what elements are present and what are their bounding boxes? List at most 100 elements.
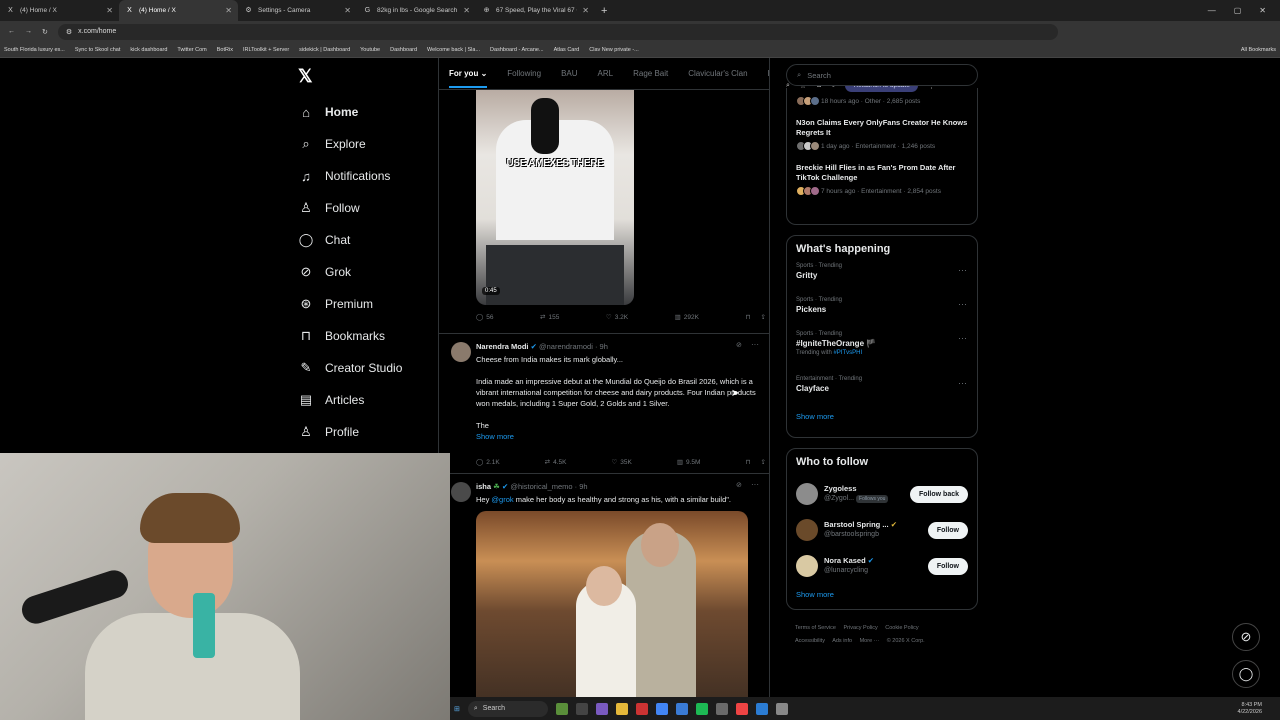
system-clock[interactable]: 8:43 PM 4/22/2026 — [1238, 702, 1280, 716]
footer-link[interactable]: More ··· — [860, 638, 880, 644]
tab-more[interactable]: E — [768, 69, 769, 78]
nav-item-notifications[interactable]: ♫ Notifications — [298, 160, 402, 192]
close-icon[interactable]: ✕ — [463, 6, 470, 15]
nav-item-bookmarks[interactable]: ⊓ Bookmarks — [298, 320, 402, 352]
tab-rage-bait[interactable]: Rage Bait — [633, 69, 668, 78]
close-icon[interactable]: ✕ — [106, 6, 113, 15]
app-icon[interactable] — [555, 702, 568, 715]
bookmark-icon[interactable]: ⊓ — [745, 313, 750, 321]
close-icon[interactable]: ✕ — [582, 6, 589, 15]
minimize-icon[interactable]: — — [1208, 6, 1216, 15]
windows-start-icon[interactable]: ⊞ — [454, 705, 460, 713]
news-item[interactable]: 18 hours ago · Other · 2,685 posts — [796, 96, 968, 106]
bookmark[interactable]: Sync to Skool chat — [75, 47, 121, 53]
bookmark[interactable]: sidekick | Dashboard — [299, 47, 350, 53]
close-icon[interactable]: ✕ — [225, 6, 232, 15]
site-info-icon[interactable]: ⚙ — [66, 28, 72, 36]
trend-item[interactable]: Sports · Trending Gritty ··· — [787, 263, 977, 297]
app-icon[interactable] — [635, 702, 648, 715]
tweet[interactable]: isha ☘ ✔ @historical_memo · 9h ⊘ ··· Hey… — [439, 473, 769, 698]
app-icon[interactable] — [735, 702, 748, 715]
video-player[interactable]: USE AMEXES THERE 0:45 — [476, 90, 634, 305]
more-icon[interactable]: ··· — [958, 299, 967, 309]
footer-link[interactable]: Cookie Policy — [885, 625, 918, 631]
tab-arl[interactable]: ARL — [598, 69, 614, 78]
follow-button[interactable]: Follow — [927, 557, 968, 575]
app-icon[interactable] — [755, 702, 768, 715]
x-logo-icon[interactable]: 𝕏 — [298, 66, 313, 87]
browser-tab[interactable]: X (4) Home / X ✕ — [0, 0, 119, 21]
app-icon[interactable] — [595, 702, 608, 715]
bookmark[interactable]: BotRix — [217, 47, 233, 53]
footer-link[interactable]: Accessibility — [795, 638, 825, 644]
avatar[interactable] — [796, 483, 818, 505]
share-icon[interactable]: ⇪ — [761, 313, 766, 321]
repost-button[interactable]: ⇄ 4.5K — [545, 458, 567, 467]
grok-fab-icon[interactable]: ⊘ — [1232, 623, 1260, 651]
follow-button[interactable]: Follow — [927, 521, 968, 539]
grok-icon[interactable]: ⊘ — [736, 481, 742, 489]
app-icon[interactable] — [675, 702, 688, 715]
tab-clan[interactable]: Clavicular's Clan — [688, 69, 747, 78]
tab-bau[interactable]: BAU — [561, 69, 577, 78]
share-icon[interactable]: ⇪ — [761, 458, 766, 466]
footer-link[interactable]: Terms of Service — [795, 625, 836, 631]
tweet-photo[interactable] — [476, 511, 748, 698]
avatar[interactable] — [451, 482, 471, 502]
forward-icon[interactable]: → — [25, 28, 32, 35]
avatar[interactable] — [796, 555, 818, 577]
news-item[interactable]: Breckie Hill Flies in as Fan's Prom Date… — [796, 163, 968, 196]
show-more-link[interactable]: Show more — [787, 584, 977, 609]
more-icon[interactable]: ··· — [958, 333, 967, 343]
back-icon[interactable]: ← — [8, 28, 15, 35]
url-field[interactable]: ⚙ x.com/home — [57, 23, 1058, 40]
footer-link[interactable]: Ads info — [832, 638, 852, 644]
bookmark[interactable]: Dashboard - Arcane... — [490, 47, 544, 53]
chrome-icon[interactable] — [655, 702, 668, 715]
bookmark[interactable]: IRLToolkit + Server — [243, 47, 289, 53]
trend-item[interactable]: Entertainment · Trending Clayface ··· — [787, 376, 977, 410]
browser-tab[interactable]: ⚙ Settings - Camera ✕ — [238, 0, 357, 21]
author-name[interactable]: isha — [476, 482, 491, 491]
app-icon[interactable] — [575, 702, 588, 715]
browser-tab-active[interactable]: X (4) Home / X ✕ — [119, 0, 238, 21]
nav-item-grok[interactable]: ⊘ Grok — [298, 256, 402, 288]
news-item[interactable]: N3on Claims Every OnlyFans Creator He Kn… — [796, 118, 968, 151]
bookmark[interactable]: Clav New private -... — [589, 47, 639, 53]
show-more-link[interactable]: Show more — [476, 431, 761, 442]
nav-item-follow[interactable]: ♙ Follow — [298, 192, 402, 224]
bookmark[interactable]: Atlas Card — [554, 47, 580, 53]
new-tab-icon[interactable]: + — [601, 5, 607, 17]
nav-item-explore[interactable]: ⌕ Explore — [298, 128, 402, 160]
bookmark[interactable]: Dashboard — [390, 47, 417, 53]
follow-suggestion[interactable]: Nora Kased ✔ @lunarcycling Follow — [787, 548, 977, 584]
more-icon[interactable]: ··· — [958, 378, 967, 388]
bookmark[interactable]: Welcome back | Sla... — [427, 47, 480, 53]
reload-icon[interactable]: ↻ — [42, 28, 48, 36]
avatar[interactable] — [796, 519, 818, 541]
nav-item-premium[interactable]: ⊛ Premium — [298, 288, 402, 320]
all-bookmarks-link[interactable]: All Bookmarks — [1241, 47, 1276, 53]
bookmark[interactable]: Youtube — [360, 47, 380, 53]
mention-link[interactable]: @grok — [491, 495, 513, 504]
tweet[interactable]: Narendra Modi ✔ @narendramodi · 9h ⊘ ···… — [439, 333, 769, 473]
bookmark[interactable]: South Florida luxury es... — [4, 47, 65, 53]
repost-button[interactable]: ⇄ 155 — [540, 313, 559, 322]
tab-following[interactable]: Following — [507, 69, 541, 78]
more-icon[interactable]: ··· — [751, 480, 759, 489]
nav-item-creator-studio[interactable]: ✎ Creator Studio — [298, 352, 403, 384]
maximize-icon[interactable]: ▢ — [1234, 6, 1242, 15]
nav-item-articles[interactable]: ▤ Articles — [298, 384, 402, 416]
bookmark-icon[interactable]: ⊓ — [745, 458, 750, 466]
author-name[interactable]: Narendra Modi — [476, 342, 529, 351]
close-icon[interactable]: ✕ — [344, 6, 351, 15]
views-button[interactable]: ▥ 292K — [675, 313, 699, 322]
browser-tab[interactable]: G 82kg in lbs - Google Search ✕ — [357, 0, 476, 21]
show-more-link[interactable]: Show more — [787, 410, 977, 431]
close-window-icon[interactable]: ✕ — [1259, 6, 1266, 15]
browser-tab[interactable]: ⊕ 67 Speed, Play the Viral 67 Gam ✕ — [476, 0, 595, 21]
views-button[interactable]: ▥ 9.5M — [677, 458, 701, 467]
trend-item[interactable]: Sports · Trending Pickens ··· — [787, 297, 977, 331]
chat-fab-icon[interactable]: ◯ — [1232, 660, 1260, 688]
follow-suggestion[interactable]: Zygoless @Zygol... Follows you Follow bac… — [787, 476, 977, 512]
